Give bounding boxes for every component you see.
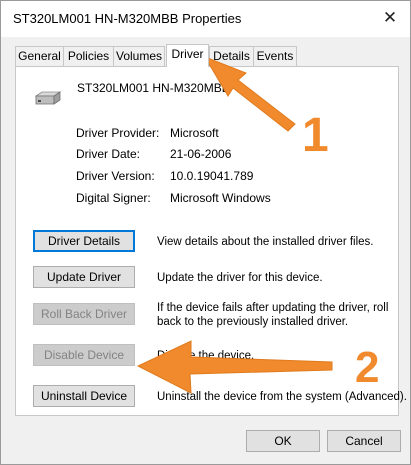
tab-policies[interactable]: Policies <box>63 46 114 66</box>
update-driver-description: Update the driver for this device. <box>157 272 323 284</box>
window-title: ST320LM001 HN-M320MBB Properties <box>13 11 242 26</box>
device-name: ST320LM001 HN-M320MBB <box>77 81 230 95</box>
driver-date-label: Driver Date: <box>76 147 141 161</box>
driver-version-value: 10.0.19041.789 <box>170 169 254 183</box>
digital-signer-label: Digital Signer: <box>76 191 151 205</box>
roll-back-driver-button: Roll Back Driver <box>33 303 135 325</box>
title-bar: ST320LM001 HN-M320MBB Properties ✕ <box>1 1 410 37</box>
driver-provider-label: Driver Provider: <box>76 126 160 140</box>
tab-driver[interactable]: Driver <box>166 44 209 67</box>
disable-device-button: Disable Device <box>33 344 135 366</box>
driver-details-button[interactable]: Driver Details <box>33 230 135 252</box>
driver-provider-value: Microsoft <box>170 126 219 140</box>
annotation-number-2: 2 <box>355 343 380 392</box>
roll-back-driver-description: If the device fails after updating the d… <box>157 302 389 328</box>
properties-dialog: ST320LM001 HN-M320MBB Properties ✕ Gener… <box>0 0 411 465</box>
tab-volumes[interactable]: Volumes <box>113 46 165 66</box>
digital-signer-value: Microsoft Windows <box>170 191 271 205</box>
ok-button[interactable]: OK <box>246 430 320 452</box>
tab-general[interactable]: General <box>15 46 64 66</box>
uninstall-device-button[interactable]: Uninstall Device <box>33 385 135 407</box>
cancel-button[interactable]: Cancel <box>327 430 401 452</box>
tab-details[interactable]: Details <box>209 46 254 66</box>
update-driver-button[interactable]: Update Driver <box>33 266 135 288</box>
driver-date-value: 21-06-2006 <box>170 147 232 161</box>
driver-version-label: Driver Version: <box>76 169 155 183</box>
annotation-number-1: 1 <box>302 109 329 162</box>
disable-device-description: Disable the device. <box>157 350 255 362</box>
hard-drive-icon <box>34 91 62 105</box>
close-icon[interactable]: ✕ <box>380 7 400 29</box>
tab-events[interactable]: Events <box>253 46 297 66</box>
driver-details-description: View details about the installed driver … <box>157 236 374 248</box>
